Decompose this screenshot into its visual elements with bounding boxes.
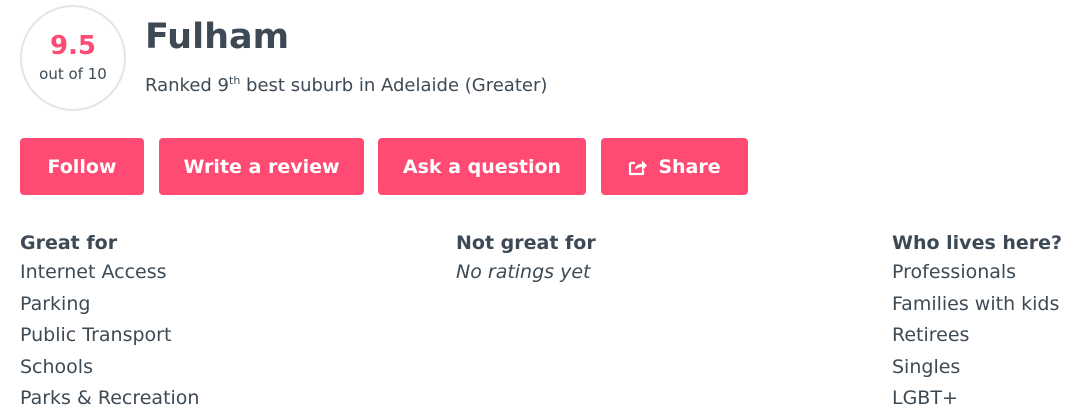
score-sub-label: out of 10 <box>39 65 107 83</box>
great-for-item: Internet Access <box>20 261 167 283</box>
share-icon <box>629 160 648 175</box>
great-for-item: Public Transport <box>20 324 172 347</box>
rank-rest: best suburb in Adelaide (Greater) <box>240 75 548 96</box>
rank-prefix: Ranked 9 <box>145 75 230 96</box>
great-for-item: Parking <box>20 292 91 315</box>
write-review-button-label: Write a review <box>183 155 340 178</box>
write-review-button[interactable]: Write a review <box>159 138 364 195</box>
who-lives-here-item: Professionals <box>892 261 1017 283</box>
page-title: Fulham <box>145 17 290 57</box>
great-for-section: Great for Internet Access Parking Public… <box>20 229 199 415</box>
score-value: 9.5 <box>49 31 97 61</box>
great-for-list: Internet Access Parking Public Transport… <box>20 257 199 415</box>
not-great-for-empty: No ratings yet <box>456 261 591 283</box>
great-for-item: Schools <box>20 355 93 378</box>
who-lives-here-item: LGBT+ <box>892 387 958 410</box>
who-lives-here-list: Professionals Families with kids Retiree… <box>892 257 1062 415</box>
score-badge: 9.5 out of 10 <box>20 5 126 111</box>
rank-text: Ranked 9th best suburb in Adelaide (Grea… <box>145 74 547 98</box>
suburb-summary: 9.5 out of 10 Fulham Ranked 9th best sub… <box>0 0 1080 419</box>
who-lives-here-heading: Who lives here? <box>892 232 1063 254</box>
not-great-for-section: Not great for No ratings yet <box>456 229 596 288</box>
who-lives-here-item: Singles <box>892 355 961 378</box>
great-for-heading: Great for <box>20 232 118 254</box>
not-great-for-heading: Not great for <box>456 232 596 254</box>
share-button-label: Share <box>658 155 721 178</box>
who-lives-here-item: Retirees <box>892 324 970 347</box>
follow-button-label: Follow <box>47 155 117 178</box>
ask-question-button[interactable]: Ask a question <box>378 138 586 195</box>
who-lives-here-item: Families with kids <box>892 292 1060 315</box>
share-button[interactable]: Share <box>601 138 748 195</box>
ask-question-button-label: Ask a question <box>402 155 562 178</box>
great-for-item: Parks & Recreation <box>20 387 200 410</box>
who-lives-here-section: Who lives here? Professionals Families w… <box>892 229 1062 415</box>
rank-ordinal-suffix: th <box>229 74 241 87</box>
follow-button[interactable]: Follow <box>20 138 144 195</box>
